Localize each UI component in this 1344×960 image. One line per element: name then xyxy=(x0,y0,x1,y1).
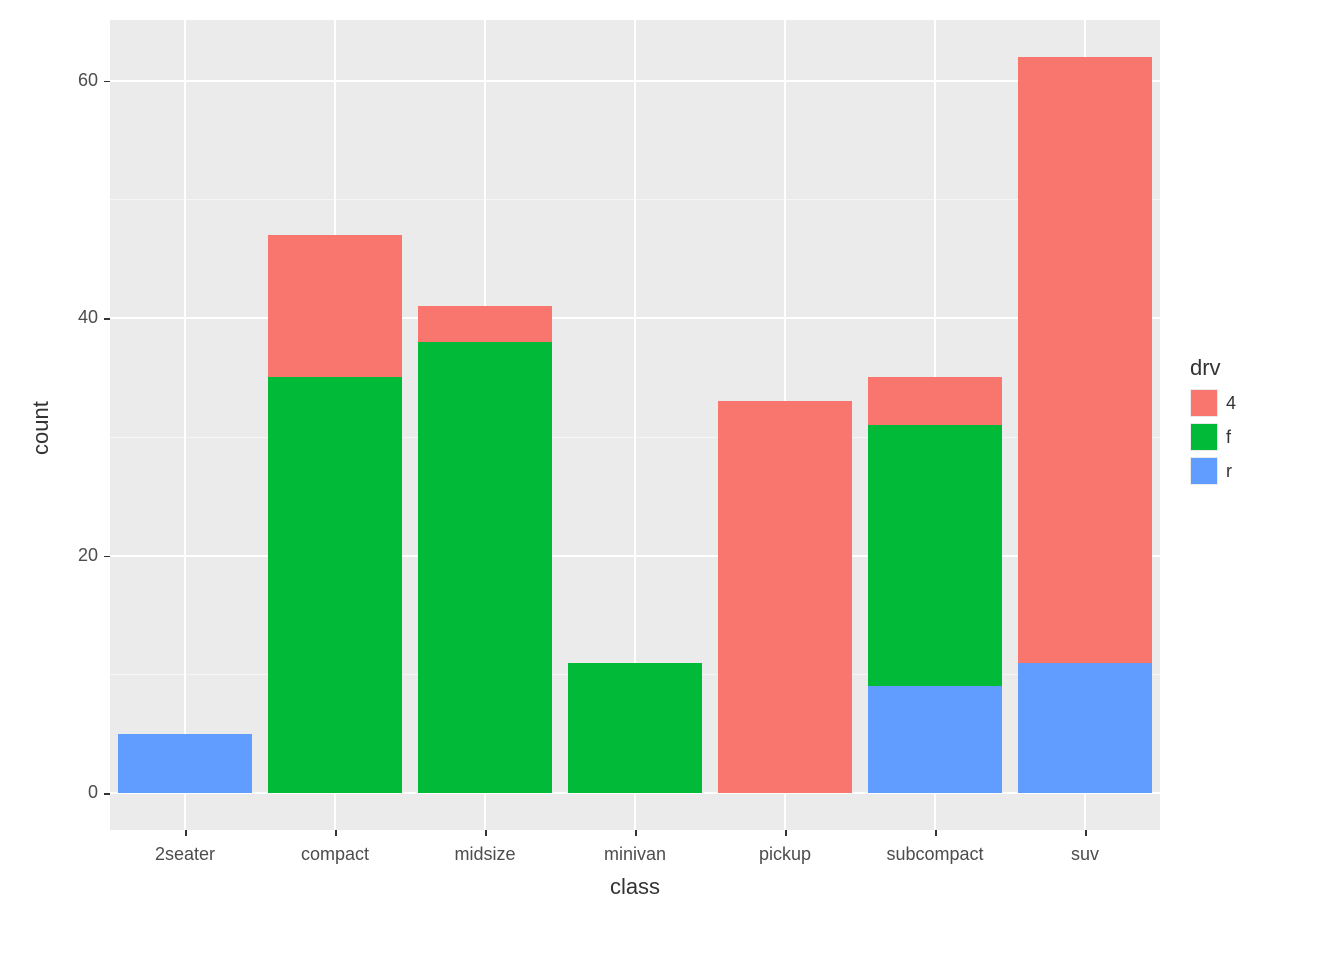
legend-swatch xyxy=(1191,390,1217,416)
legend-key xyxy=(1190,457,1218,485)
legend-title: drv xyxy=(1190,355,1236,381)
bar-segment xyxy=(868,425,1002,686)
bar-segment xyxy=(418,342,552,793)
legend-item: r xyxy=(1190,457,1236,485)
x-tick-label: minivan xyxy=(604,844,666,865)
bar-segment xyxy=(1018,663,1152,794)
legend: drv 4 fr xyxy=(1190,355,1236,491)
y-tick-label: 20 xyxy=(78,545,98,566)
gridline-x-major xyxy=(184,20,186,830)
bar-segment xyxy=(268,377,402,793)
bar-segment xyxy=(1018,57,1152,663)
y-axis-title: count xyxy=(28,401,54,455)
y-tick-mark xyxy=(104,556,110,558)
y-tick-mark xyxy=(104,81,110,83)
x-tick-label: suv xyxy=(1071,844,1099,865)
bar-segment xyxy=(718,401,852,793)
legend-key xyxy=(1190,389,1218,417)
bar-segment xyxy=(268,235,402,378)
legend-swatch xyxy=(1191,458,1217,484)
x-tick-mark xyxy=(1085,830,1087,836)
plot-panel xyxy=(110,20,1160,830)
x-tick-label: 2seater xyxy=(155,844,215,865)
x-tick-label: subcompact xyxy=(886,844,983,865)
y-tick-label: 0 xyxy=(88,782,98,803)
x-tick-mark xyxy=(485,830,487,836)
legend-swatch xyxy=(1191,424,1217,450)
legend-label: f xyxy=(1226,427,1231,448)
x-tick-label: pickup xyxy=(759,844,811,865)
x-tick-mark xyxy=(635,830,637,836)
x-tick-mark xyxy=(185,830,187,836)
bar-segment xyxy=(868,377,1002,425)
x-tick-mark xyxy=(785,830,787,836)
x-tick-label: midsize xyxy=(454,844,515,865)
chart-container: count class drv 4 fr 0 20 40 60 2seater compac… xyxy=(0,0,1344,960)
bar-segment xyxy=(118,734,252,793)
y-tick-mark xyxy=(104,318,110,320)
y-tick-label: 60 xyxy=(78,70,98,91)
x-tick-mark xyxy=(935,830,937,836)
legend-key xyxy=(1190,423,1218,451)
legend-item: 4 xyxy=(1190,389,1236,417)
bar-segment xyxy=(568,663,702,794)
bar-segment xyxy=(868,686,1002,793)
x-tick-label: compact xyxy=(301,844,369,865)
legend-label: 4 xyxy=(1226,393,1236,414)
y-tick-label: 40 xyxy=(78,307,98,328)
x-tick-mark xyxy=(335,830,337,836)
bar-segment xyxy=(418,306,552,342)
x-axis-title: class xyxy=(610,874,660,900)
legend-label: r xyxy=(1226,461,1232,482)
y-tick-mark xyxy=(104,793,110,795)
legend-item: f xyxy=(1190,423,1236,451)
